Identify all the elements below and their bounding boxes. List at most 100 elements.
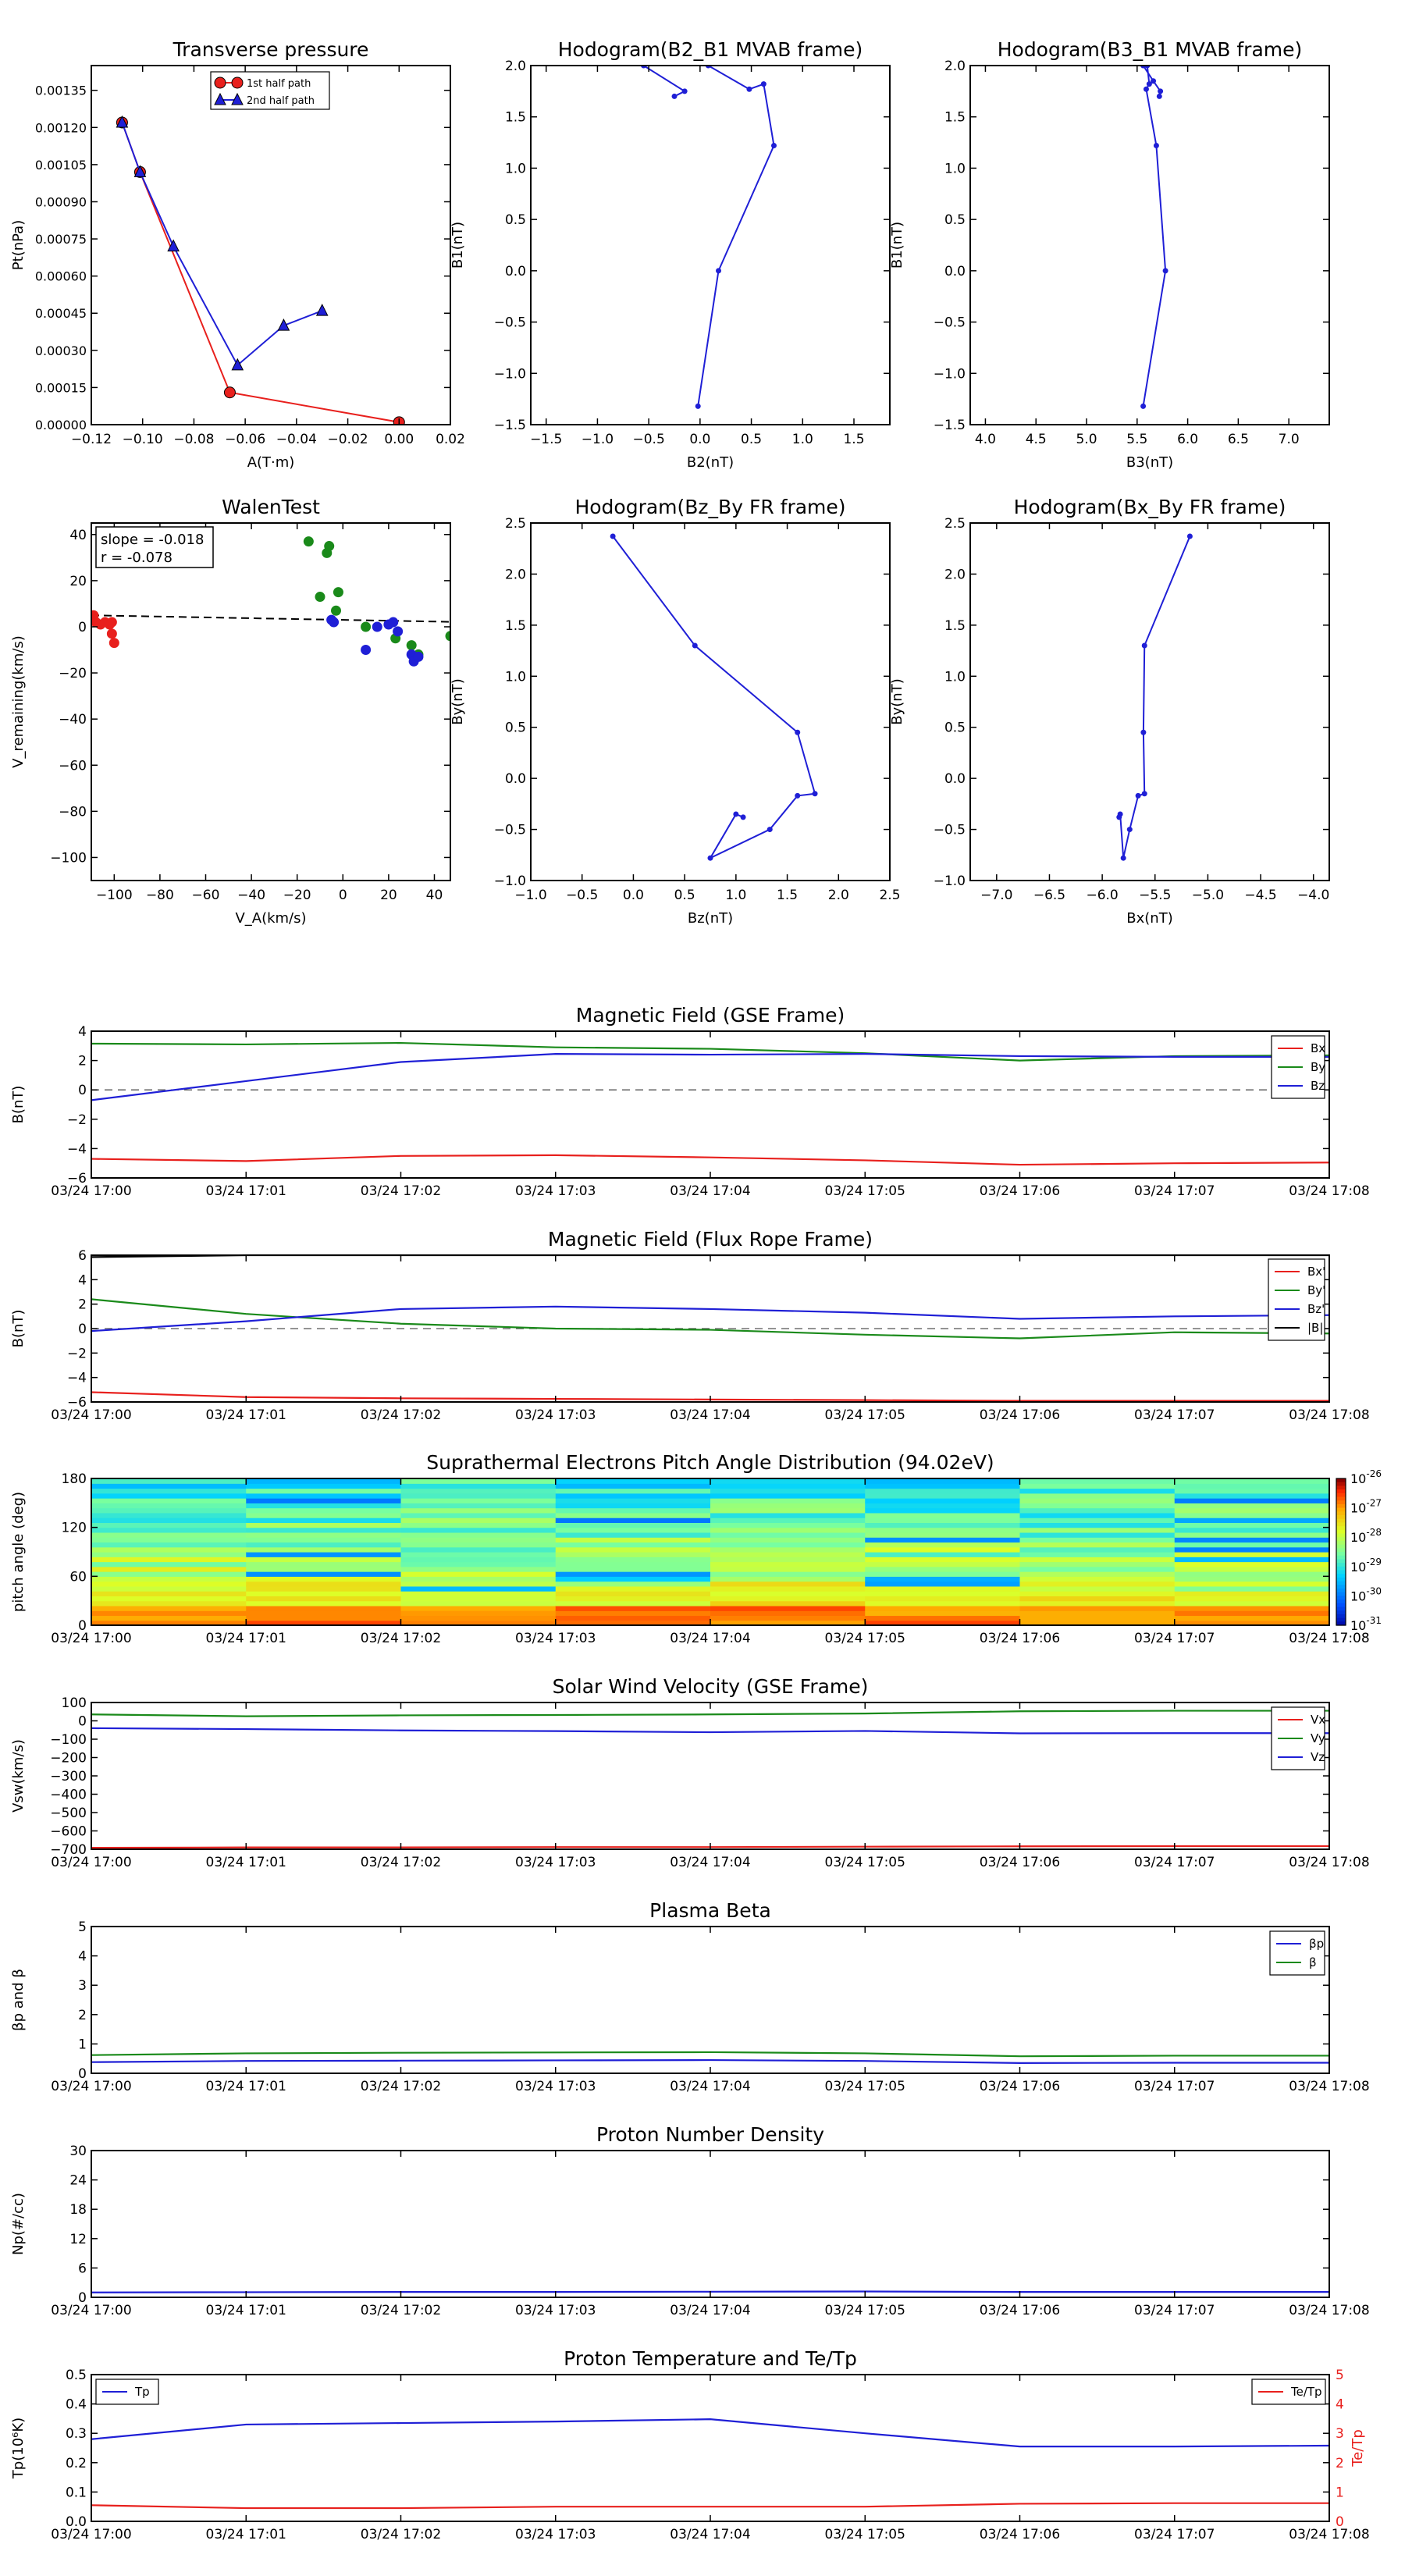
np-ylabel: Np(#/cc) (10, 2193, 27, 2255)
pad-colorbar-base: 10 (1350, 1530, 1366, 1545)
hodo_b2_b1-ytick-label: −1.0 (494, 366, 526, 382)
hodo_b3_b1-xtick-label: 5.5 (1126, 432, 1147, 447)
pad-cell (1019, 1581, 1176, 1587)
pad-cell (400, 1503, 557, 1509)
hodo_b2_b1-plot-area (641, 66, 777, 409)
vsw-time-label: 03/24 17:04 (670, 1855, 750, 1870)
pad-cell (710, 1542, 866, 1548)
tp-y2tick-label: 0 (1336, 2514, 1344, 2530)
hodo_bz_by-ytick-label: 1.0 (505, 669, 526, 685)
hodo_bx_by-ytick-label: −0.5 (934, 823, 966, 838)
pad-colorbar-segment (1336, 1596, 1346, 1600)
pad-colorbar-segment (1336, 1603, 1346, 1608)
pad-colorbar-segment (1336, 1533, 1346, 1538)
walen_test-point (361, 621, 372, 632)
beta-ytick-label: 2 (78, 2008, 87, 2023)
hodo_bx_by-ytick-label: 2.0 (944, 567, 966, 582)
walen_test-point (329, 617, 340, 628)
pad-cell (246, 1600, 402, 1606)
pad-cell (710, 1493, 866, 1499)
pad-cell (555, 1596, 711, 1602)
pad-time-label: 03/24 17:00 (51, 1631, 131, 1646)
pad-time-label: 03/24 17:06 (980, 1631, 1060, 1646)
mag_gse-time-label: 03/24 17:01 (206, 1183, 286, 1199)
pad-cell (246, 1552, 402, 1557)
pad-cell (1174, 1498, 1330, 1503)
pad-colorbar-segment (1336, 1493, 1346, 1498)
hodo_b3_b1-point (1162, 268, 1168, 274)
pad-cell (246, 1527, 402, 1533)
mag_fr-ylabel: B(nT) (10, 1310, 27, 1348)
pad-cell (865, 1581, 1021, 1587)
pad-cell (710, 1478, 866, 1484)
pad-colorbar-exp: -28 (1366, 1527, 1382, 1538)
beta-ytick-label: 1 (78, 2037, 87, 2052)
pad-cell (710, 1566, 866, 1572)
vsw-ytick-label: −400 (50, 1788, 87, 1803)
pad-colorbar-segment (1336, 1544, 1346, 1549)
pad-cell (865, 1615, 1021, 1621)
hodo_b3_b1-ytick-label: 2.0 (944, 59, 966, 74)
pad-cell (555, 1503, 711, 1509)
pad-cell (865, 1571, 1021, 1577)
transverse_pressure-ytick-label: 0.00030 (35, 343, 87, 358)
pad-cell (1174, 1600, 1330, 1606)
pad-colorbar-exp: -29 (1366, 1557, 1382, 1567)
pad-cell (400, 1517, 557, 1523)
pad-colorbar-segment (1336, 1503, 1346, 1509)
hodo_bx_by-chart: −7.0 −6.5 −6.0 −5.5 −5.0 −4.5 −4.0 −1.0 −0.5 0.0 0… (889, 496, 1330, 927)
pad-cell (1019, 1542, 1176, 1548)
walen_test-point (303, 536, 314, 547)
legend-label: 1st half path (247, 78, 311, 90)
hodo_bz_by-ytick-label: 0.0 (505, 771, 526, 787)
pad-cell (1174, 1517, 1330, 1523)
tp-y2tick-label: 5 (1336, 2368, 1344, 2383)
pad-colorbar-segment (1336, 1489, 1346, 1494)
pad-cell (246, 1498, 402, 1503)
pad-cell (710, 1546, 866, 1553)
pad-cell (246, 1537, 402, 1543)
hodo_bz_by-point (767, 827, 773, 833)
hodo_bx_by-point (1116, 814, 1122, 820)
pad-colorbar-segment (1336, 1592, 1346, 1596)
tp-time-label: 03/24 17:06 (980, 2527, 1060, 2542)
transverse_pressure-xlabel: A(T·m) (247, 454, 295, 471)
pad-cell (400, 1527, 557, 1533)
pad-cell (555, 1581, 711, 1587)
pad-cell (710, 1532, 866, 1538)
pad-cell (710, 1561, 866, 1567)
vsw-ytick-label: −500 (50, 1806, 87, 1821)
pad-cell (865, 1522, 1021, 1528)
walen_test-point (393, 626, 404, 637)
pad-cell (400, 1537, 557, 1543)
pad-cell (710, 1507, 866, 1514)
tp-time-label: 03/24 17:03 (515, 2527, 596, 2542)
transverse_pressure-series-line-0 (121, 122, 400, 423)
transverse_pressure-xtick-label: −0.08 (173, 432, 214, 447)
pad-cell (555, 1517, 711, 1523)
mag_gse-chart: 03/24 17:00 03/24 17:01 03/24 17:02 03/24 1… (10, 1004, 1370, 1199)
pad-cell (1174, 1596, 1330, 1602)
transverse_pressure-xtick-label: −0.04 (276, 432, 317, 447)
pad-colorbar-segment (1336, 1566, 1346, 1571)
pad-colorbar-segment (1336, 1537, 1346, 1542)
vsw-time-label: 03/24 17:03 (515, 1855, 596, 1870)
pad-cell (865, 1483, 1021, 1489)
mag_fr-ytick-label: −4 (67, 1371, 87, 1386)
pad-cell (1174, 1478, 1330, 1484)
walen_test-ytick-label: 20 (69, 574, 87, 589)
pad-colorbar-exp: -30 (1366, 1585, 1382, 1596)
pad-colorbar-segment (1336, 1478, 1346, 1483)
pad-cell (400, 1600, 557, 1606)
pad-cell (400, 1507, 557, 1514)
hodo_b3_b1-ytick-label: 0.5 (944, 212, 966, 228)
tp-series-line-1 (91, 2502, 1329, 2510)
pad-colorbar-segment (1336, 1589, 1346, 1593)
tp-frame (91, 2374, 1330, 2522)
mag_fr-time-label: 03/24 17:04 (670, 1407, 750, 1423)
np-ytick-label: 0 (78, 2290, 87, 2306)
pad-cell (710, 1527, 866, 1533)
pad-cell (91, 1532, 247, 1538)
walen_test-chart: −100 −80 −60 −40 −20 0 20 40 −100 −80 −60 −40 −20 0 20… (10, 496, 451, 927)
pad-cell (1019, 1537, 1176, 1543)
